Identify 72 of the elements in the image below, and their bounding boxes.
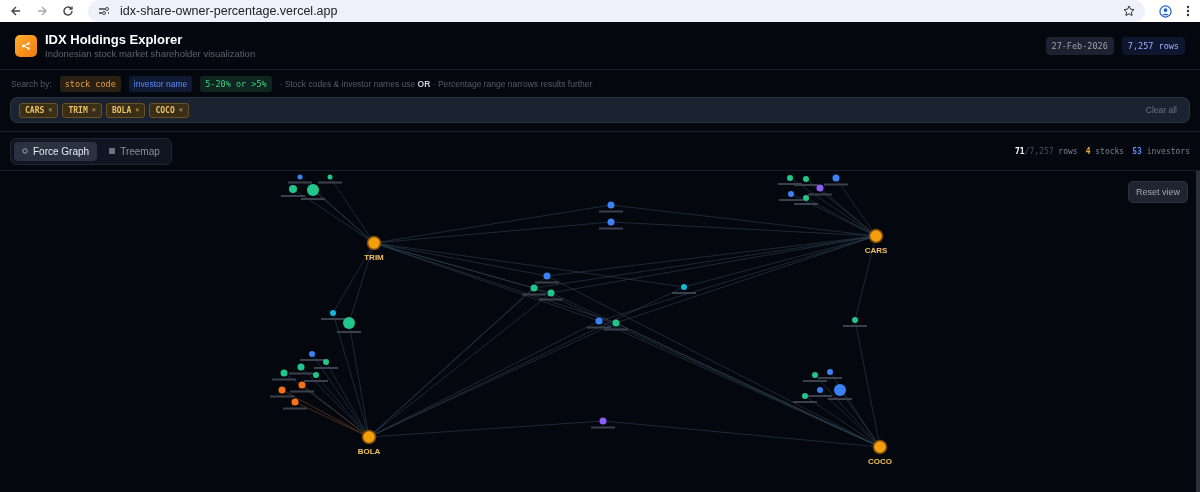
investor-node[interactable] (321, 310, 345, 320)
circle-icon (22, 148, 28, 154)
shown-count: 71 (1015, 146, 1025, 156)
investor-node[interactable] (337, 317, 361, 333)
investor-node[interactable] (818, 369, 842, 379)
star-icon[interactable] (1123, 5, 1135, 17)
investor-node[interactable] (288, 174, 312, 184)
date-badge: 27-Feb-2026 (1045, 36, 1114, 55)
investors-label: investors (1145, 146, 1190, 156)
view-tab[interactable]: Treemap (101, 141, 168, 161)
investor-node[interactable] (300, 351, 324, 361)
investor-node[interactable] (591, 417, 615, 429)
investor-node[interactable] (843, 317, 867, 327)
investor-node[interactable] (314, 359, 338, 369)
investor-node[interactable] (283, 398, 307, 410)
reset-view-button[interactable]: Reset view (1128, 181, 1188, 203)
app-subtitle: Indonesian stock market shareholder visualization (45, 48, 257, 59)
stock-label: CARS (864, 246, 888, 255)
search-hint: stock code (59, 76, 121, 92)
share-icon (15, 34, 37, 57)
investor-node[interactable] (522, 284, 546, 296)
investor-node[interactable] (824, 174, 848, 186)
search-hint: investor name (128, 76, 193, 92)
search-hint: 5-20% or >5% (200, 76, 272, 92)
stock-label: BOLA (357, 447, 381, 456)
investor-node[interactable] (272, 369, 296, 381)
address-bar[interactable]: idx-share-owner-percentage.vercel.app (88, 0, 1145, 22)
search-note: · Stock codes & investor names use OR · Percentage range narrows results further (279, 79, 593, 89)
investor-node[interactable] (828, 384, 852, 400)
reload-icon[interactable] (62, 5, 74, 17)
investor-node[interactable] (290, 381, 314, 393)
stock-count: 4 (1085, 146, 1091, 156)
investor-node[interactable] (793, 393, 817, 403)
investor-node[interactable] (672, 284, 696, 294)
stock-label: COCO (868, 457, 892, 466)
investor-node[interactable] (301, 184, 325, 200)
investor-node[interactable] (803, 372, 827, 382)
site-settings-icon[interactable] (98, 6, 110, 16)
investor-node[interactable] (794, 176, 818, 186)
row-count-badge: 7,257 rows (1121, 36, 1185, 55)
menu-icon[interactable] (1186, 5, 1190, 17)
stock-node[interactable] (872, 439, 888, 455)
investor-count: 53 (1132, 146, 1142, 156)
stocks-label: stocks (1094, 146, 1125, 156)
investor-node[interactable] (304, 372, 328, 382)
investor-node[interactable] (318, 174, 342, 184)
investor-node[interactable] (808, 387, 832, 397)
view-tab[interactable]: Force Graph (14, 141, 98, 161)
rows-label: rows (1057, 146, 1078, 156)
investor-node[interactable] (289, 363, 313, 375)
back-icon[interactable] (10, 5, 22, 17)
square-icon (109, 148, 116, 154)
investor-node[interactable] (270, 386, 294, 398)
search-label: Search by: (11, 79, 52, 89)
investor-node[interactable] (587, 317, 611, 329)
investor-node[interactable] (599, 218, 623, 230)
profile-icon[interactable] (1159, 4, 1172, 18)
stock-node[interactable] (868, 228, 884, 244)
investor-node[interactable] (535, 272, 559, 284)
stock-node[interactable] (366, 235, 382, 251)
investor-node[interactable] (779, 191, 803, 201)
investor-node[interactable] (808, 184, 832, 196)
stock-label: TRIM (364, 253, 384, 262)
investor-node[interactable] (778, 175, 802, 185)
investor-node[interactable] (604, 319, 628, 331)
total-count: /7,257 (1024, 146, 1054, 156)
app-title: IDX Holdings Explorer (45, 32, 184, 47)
stock-node[interactable] (361, 429, 377, 445)
investor-node[interactable] (281, 185, 305, 197)
investor-node[interactable] (599, 201, 623, 213)
investor-node[interactable] (794, 195, 818, 205)
investor-node[interactable] (539, 289, 563, 301)
